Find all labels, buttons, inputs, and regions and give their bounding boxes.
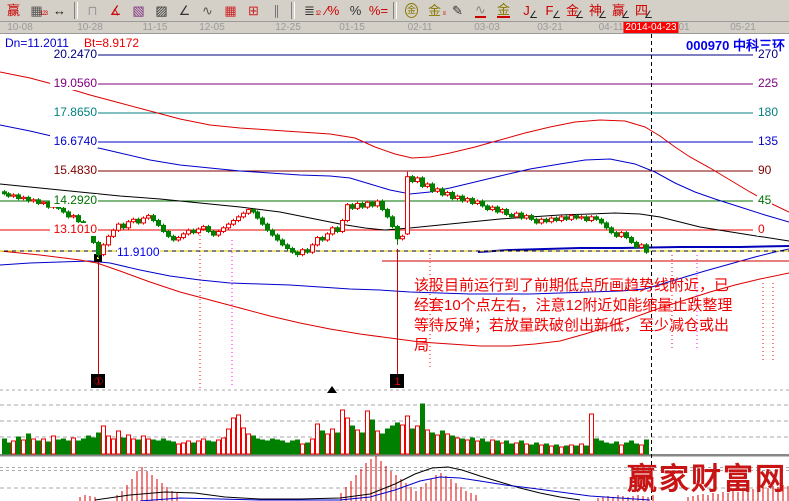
brush-icon[interactable]: ✎ bbox=[446, 1, 469, 20]
percent-level-label: 180 bbox=[757, 106, 779, 119]
price-level-label: 15.4830 bbox=[50, 164, 98, 177]
price-level-label: 13.1010 bbox=[50, 223, 98, 236]
toolbar: 赢▦123↔⊓∡▧▨∠∿▦⊞∥≣12⁄%%%=金金≡✎∿金J∠F∠金∠神∠赢∠四… bbox=[0, 0, 789, 22]
date-current: 2014-04-23 bbox=[623, 22, 678, 33]
date-label: 12-25 bbox=[275, 22, 301, 33]
ying-logo-icon[interactable]: 赢 bbox=[2, 1, 25, 20]
percent-slash-icon[interactable]: ⁄% bbox=[321, 1, 344, 20]
percent-icon[interactable]: % bbox=[344, 1, 367, 20]
watermark: 赢家财富网 bbox=[627, 454, 787, 498]
toolbar-separator bbox=[393, 2, 397, 19]
percent-level-label: 270 bbox=[757, 48, 779, 61]
price-level-label: 20.2470 bbox=[50, 48, 98, 61]
gold-lines-icon[interactable]: 金≡ bbox=[423, 1, 446, 20]
grid-123-icon[interactable]: ▦123 bbox=[25, 1, 48, 20]
annotation-text: 该股目前运行到了前期低点所画趋势线附近，已 经套10个点左右，注意12附近如能缩… bbox=[414, 276, 789, 356]
stock-code: 000970 bbox=[686, 38, 729, 53]
grid-box-icon[interactable]: ▨ bbox=[150, 1, 173, 20]
percent-level-label: 225 bbox=[757, 77, 779, 90]
percent-lines-icon[interactable]: %= bbox=[367, 1, 390, 20]
date-label: 01-15 bbox=[339, 22, 365, 33]
wave-icon[interactable]: ∿ bbox=[469, 1, 492, 20]
date-label: 04-11 bbox=[599, 22, 624, 33]
date-label: 02-11 bbox=[408, 22, 433, 33]
date-label: 12-05 bbox=[199, 22, 225, 33]
gold-angle-icon-angle: ∠ bbox=[575, 9, 584, 22]
angle-line-icon[interactable]: ∠ bbox=[173, 1, 196, 20]
percent-level-label: 90 bbox=[757, 164, 772, 177]
wave-marker-label: 1 bbox=[394, 376, 400, 388]
gold-underline-icon[interactable]: 金 bbox=[492, 1, 515, 20]
j-line-icon-angle: ∠ bbox=[529, 9, 538, 22]
percent-level-label: 135 bbox=[757, 135, 779, 148]
gold-circle-icon[interactable]: 金 bbox=[400, 1, 423, 20]
shen-angle-icon-angle: ∠ bbox=[598, 9, 607, 22]
si-angle-icon-angle: ∠ bbox=[644, 9, 653, 22]
toolbar-separator bbox=[74, 2, 78, 19]
ruler-123-icon-sub: 12 bbox=[315, 8, 320, 21]
date-label: 11-15 bbox=[143, 22, 168, 33]
toolbar-separator bbox=[291, 2, 295, 19]
gann-grid-icon[interactable]: ▦ bbox=[219, 1, 242, 20]
f-line-icon[interactable]: F∠ bbox=[538, 1, 561, 20]
price-level-label: 14.2920 bbox=[50, 194, 98, 207]
date-label: 01 bbox=[678, 22, 689, 33]
gold-lines-icon-sub: ≡ bbox=[442, 8, 445, 21]
date-label: 03-03 bbox=[474, 22, 500, 33]
f-line-icon-angle: ∠ bbox=[552, 9, 561, 22]
ying-angle-icon-angle: ∠ bbox=[621, 9, 630, 22]
trendline-price-label: 11.9100 bbox=[117, 245, 160, 259]
gann-fan-icon[interactable]: ∡ bbox=[104, 1, 127, 20]
app-window: 赢▦123↔⊓∡▧▨∠∿▦⊞∥≣12⁄%%%=金金≡✎∿金J∠F∠金∠神∠赢∠四… bbox=[0, 0, 789, 501]
grid-123-icon-sub: 123 bbox=[40, 8, 47, 21]
wave-marker-label: ① bbox=[94, 376, 104, 388]
date-label: 10-08 bbox=[7, 22, 33, 33]
percent-level-label: 0 bbox=[757, 223, 766, 236]
shen-angle-icon[interactable]: 神∠ bbox=[584, 1, 607, 20]
date-label: 10-28 bbox=[77, 22, 103, 33]
ying-angle-icon[interactable]: 赢∠ bbox=[607, 1, 630, 20]
gann-grid-arrow-icon[interactable]: ⊞ bbox=[242, 1, 265, 20]
date-label: 05-21 bbox=[730, 22, 756, 33]
price-level-label: 19.0560 bbox=[50, 77, 98, 90]
retracement-box-icon[interactable]: ⊓ bbox=[81, 1, 104, 20]
date-axis: 10-08 10-28 11-15 12-05 12-25 01-15 02-11 03-03… bbox=[0, 22, 789, 34]
gold-angle-icon[interactable]: 金∠ bbox=[561, 1, 584, 20]
price-level-label: 16.6740 bbox=[50, 135, 98, 148]
zigzag-icon[interactable]: ∿ bbox=[196, 1, 219, 20]
price-level-label: 17.8650 bbox=[50, 106, 98, 119]
j-line-icon[interactable]: J∠ bbox=[515, 1, 538, 20]
si-angle-icon[interactable]: 四∠ bbox=[630, 1, 653, 20]
ruler-123-icon[interactable]: ≣12 bbox=[298, 1, 321, 20]
fan-box-icon[interactable]: ▧ bbox=[127, 1, 150, 20]
parallel-lines-icon[interactable]: ∥ bbox=[265, 1, 288, 20]
date-label: 03-21 bbox=[537, 22, 563, 33]
percent-level-label: 45 bbox=[757, 194, 772, 207]
measure-width-icon[interactable]: ↔ bbox=[48, 1, 71, 20]
